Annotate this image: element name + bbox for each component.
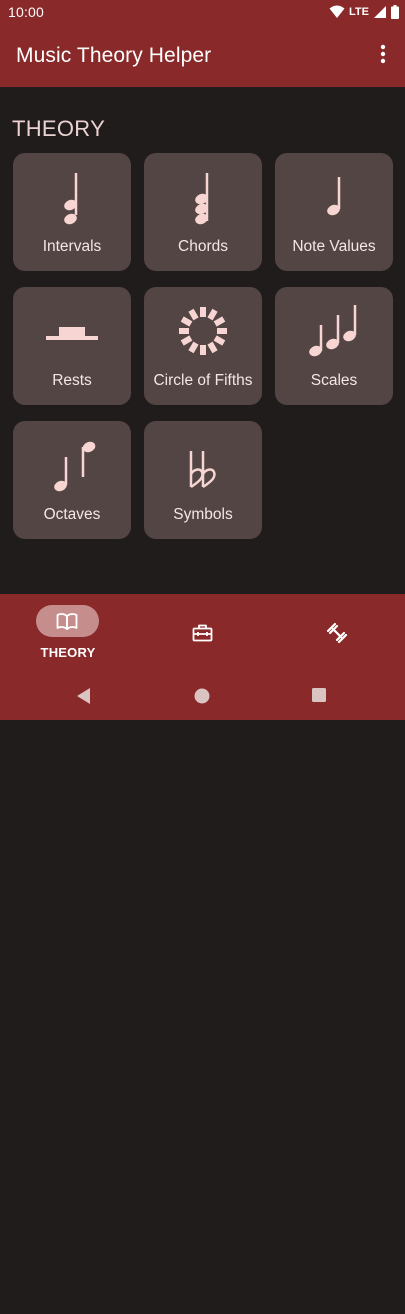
nav-practice[interactable] — [270, 594, 405, 670]
card-label: Symbols — [173, 506, 233, 523]
card-label: Intervals — [42, 238, 102, 255]
card-label: Chords — [178, 238, 228, 255]
app-title: Music Theory Helper — [16, 44, 212, 67]
card-label: Scales — [310, 372, 358, 389]
section-title: THEORY — [12, 116, 106, 141]
nav-label: THEORY — [40, 645, 96, 660]
card-label: Note Values — [292, 238, 376, 255]
network-label: LTE — [349, 6, 369, 18]
card-symbols[interactable]: Symbols — [144, 421, 262, 539]
back-button[interactable] — [74, 686, 94, 706]
more-options-button[interactable] — [373, 42, 393, 66]
status-bar: 10:00 LTE — [0, 0, 405, 24]
card-note-values[interactable]: Note Values — [275, 153, 393, 271]
card-label: Rests — [52, 372, 92, 389]
nav-theory[interactable]: THEORY — [0, 594, 135, 670]
app-bar: Music Theory Helper — [0, 24, 405, 87]
card-circle-of-fifths[interactable]: Circle of Fifths — [144, 287, 262, 405]
card-rests[interactable]: Rests — [13, 287, 131, 405]
card-octaves[interactable]: Octaves — [13, 421, 131, 539]
book-icon — [56, 613, 78, 630]
card-chords[interactable]: Chords — [144, 153, 262, 271]
home-icon — [194, 688, 210, 704]
toolbox-icon — [192, 624, 213, 642]
recents-button[interactable] — [311, 687, 327, 703]
status-icons: LTE — [329, 4, 399, 20]
card-label: Circle of Fifths — [153, 372, 253, 389]
status-time: 10:00 — [8, 4, 45, 20]
signal-icon — [374, 6, 386, 18]
app-screen: 10:00 LTE Music Theory Helper THEORY Int… — [0, 0, 405, 720]
theory-content: THEORY Intervals Chords Note Values Rest… — [0, 87, 405, 594]
system-navigation — [0, 1266, 405, 1314]
card-scales[interactable]: Scales — [275, 287, 393, 405]
battery-icon — [391, 5, 399, 19]
home-button[interactable] — [193, 687, 211, 705]
more-vert-icon — [380, 44, 386, 64]
fitness-icon — [326, 622, 348, 644]
wifi-icon — [329, 5, 345, 18]
card-intervals[interactable]: Intervals — [13, 153, 131, 271]
nav-tools[interactable] — [135, 594, 270, 670]
card-label: Octaves — [43, 506, 101, 523]
back-icon — [77, 688, 90, 704]
recents-icon — [312, 688, 326, 702]
